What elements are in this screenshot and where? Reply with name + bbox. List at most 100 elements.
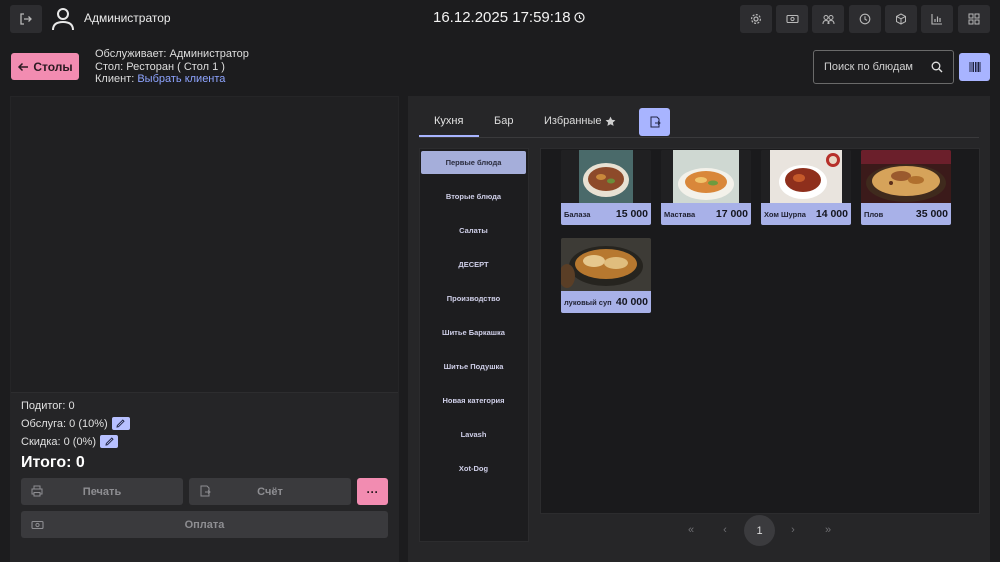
category-item[interactable]: Производство [421, 287, 526, 310]
cash-icon [31, 520, 44, 530]
tab-favorites[interactable]: Избранные [544, 115, 616, 127]
clock-icon [574, 12, 585, 23]
print-button[interactable]: Печать [21, 478, 183, 505]
user-icon [50, 6, 76, 32]
user-name: Администратор [84, 11, 171, 25]
bill-icon [200, 485, 211, 497]
edit-discount-button[interactable] [100, 435, 119, 448]
bill-button[interactable]: Счёт [189, 478, 351, 505]
datetime-text: 16.12.2025 17:59:18 [433, 9, 571, 26]
dish-image [861, 150, 951, 203]
prev-page-button[interactable]: ‹ [713, 518, 737, 542]
gear-icon [750, 13, 762, 25]
pencil-icon [104, 437, 114, 446]
dish-image [761, 150, 851, 203]
category-item[interactable]: Шитье Баркашка [421, 321, 526, 344]
back-to-tables-button[interactable]: Столы [11, 53, 79, 80]
category-item[interactable]: Первые блюда [421, 151, 526, 174]
dish-card[interactable]: Балаза 15 000 [561, 150, 651, 225]
category-item[interactable]: Салаты [421, 219, 526, 242]
staff-icon [822, 14, 834, 24]
history-icon [859, 13, 871, 25]
dish-caption: Плов 35 000 [861, 203, 951, 225]
order-items-list [11, 97, 398, 393]
logout-button[interactable] [10, 5, 42, 33]
dish-image [561, 238, 651, 291]
dish-name: Плов [864, 209, 884, 219]
more-actions-button[interactable]: ··· [357, 478, 388, 505]
tab-bar[interactable]: Бар [494, 115, 513, 127]
grid-icon [968, 13, 980, 25]
stats-icon [931, 14, 942, 25]
apps-button[interactable] [958, 5, 990, 33]
staff-button[interactable] [812, 5, 844, 33]
tabs-divider [419, 137, 979, 138]
dish-price: 14 000 [815, 208, 848, 220]
last-page-button[interactable]: » [816, 518, 840, 542]
clock: 16.12.2025 17:59:18 [433, 9, 585, 26]
client-info: Клиент: Выбрать клиента [95, 73, 225, 85]
pay-button[interactable]: Оплата [21, 511, 388, 538]
cash-button[interactable] [776, 5, 808, 33]
dish-price: 15 000 [615, 208, 648, 220]
dish-card[interactable]: Мастава 17 000 [661, 150, 751, 225]
category-item[interactable]: Lavash [421, 423, 526, 446]
edit-service-button[interactable] [111, 417, 130, 430]
table-info: Стол: Ресторан ( Стол 1 ) [95, 61, 225, 73]
category-item[interactable]: Шитье Подушка [421, 355, 526, 378]
subtotal: Подитог: 0 [21, 400, 75, 412]
service-charge: Обслуга: 0 (10%) [21, 417, 130, 430]
export-icon [650, 116, 661, 128]
cash-icon [785, 14, 799, 24]
pencil-icon [116, 419, 125, 428]
table-prefix: Стол: [95, 61, 127, 73]
discount: Скидка: 0 (0%) [21, 435, 119, 448]
more-dots-icon: ··· [366, 484, 379, 499]
printer-icon [31, 485, 43, 497]
next-page-button[interactable]: › [781, 518, 805, 542]
select-client-link[interactable]: Выбрать клиента [137, 73, 225, 85]
dish-name: Мастава [664, 209, 696, 219]
category-item[interactable]: ДЕСЕРТ [421, 253, 526, 276]
category-item[interactable]: Xot-Dog [421, 457, 526, 480]
stats-button[interactable] [921, 5, 953, 33]
barcode-button[interactable] [959, 53, 990, 81]
service-text: Обслуга: 0 (10%) [21, 417, 108, 430]
category-item[interactable]: Новая категория [421, 389, 526, 412]
star-icon [605, 116, 615, 126]
tab-favorites-label: Избранные [544, 115, 602, 127]
dish-image [661, 150, 751, 203]
dish-caption: луковый суп 40 000 [561, 291, 651, 313]
bill-label: Счёт [257, 485, 283, 498]
dish-image [561, 150, 651, 203]
dish-name: луковый суп [564, 297, 612, 307]
settings-button[interactable] [740, 5, 772, 33]
category-item[interactable]: Вторые блюда [421, 185, 526, 208]
tab-kitchen[interactable]: Кухня [434, 115, 463, 127]
dish-price: 40 000 [615, 296, 648, 308]
served-by: Обслуживает: Администратор [95, 48, 249, 60]
dish-card[interactable]: Плов 35 000 [861, 150, 951, 225]
back-label: Столы [33, 59, 73, 74]
logout-icon [20, 13, 32, 25]
dish-card[interactable]: Хом Шурпа 14 000 [761, 150, 851, 225]
first-page-button[interactable]: « [679, 518, 703, 542]
transfer-button[interactable] [639, 108, 670, 136]
dish-search-input[interactable]: Поиск по блюдам [813, 50, 954, 84]
subtotal-text: Подитог: 0 [21, 400, 75, 412]
table-name: Ресторан ( Стол 1 ) [126, 61, 225, 73]
client-prefix: Клиент: [95, 73, 138, 85]
order-total: Итого: 0 [21, 454, 85, 471]
search-placeholder: Поиск по блюдам [824, 61, 913, 73]
print-label: Печать [82, 485, 122, 498]
dish-caption: Хом Шурпа 14 000 [761, 203, 851, 225]
barcode-icon [969, 62, 980, 72]
dish-card[interactable]: луковый суп 40 000 [561, 238, 651, 313]
dish-name: Балаза [564, 209, 591, 219]
box-icon [896, 13, 906, 25]
inventory-button[interactable] [885, 5, 917, 33]
search-icon[interactable] [931, 61, 943, 73]
dish-caption: Мастава 17 000 [661, 203, 751, 225]
history-button[interactable] [849, 5, 881, 33]
current-page[interactable]: 1 [744, 515, 775, 546]
